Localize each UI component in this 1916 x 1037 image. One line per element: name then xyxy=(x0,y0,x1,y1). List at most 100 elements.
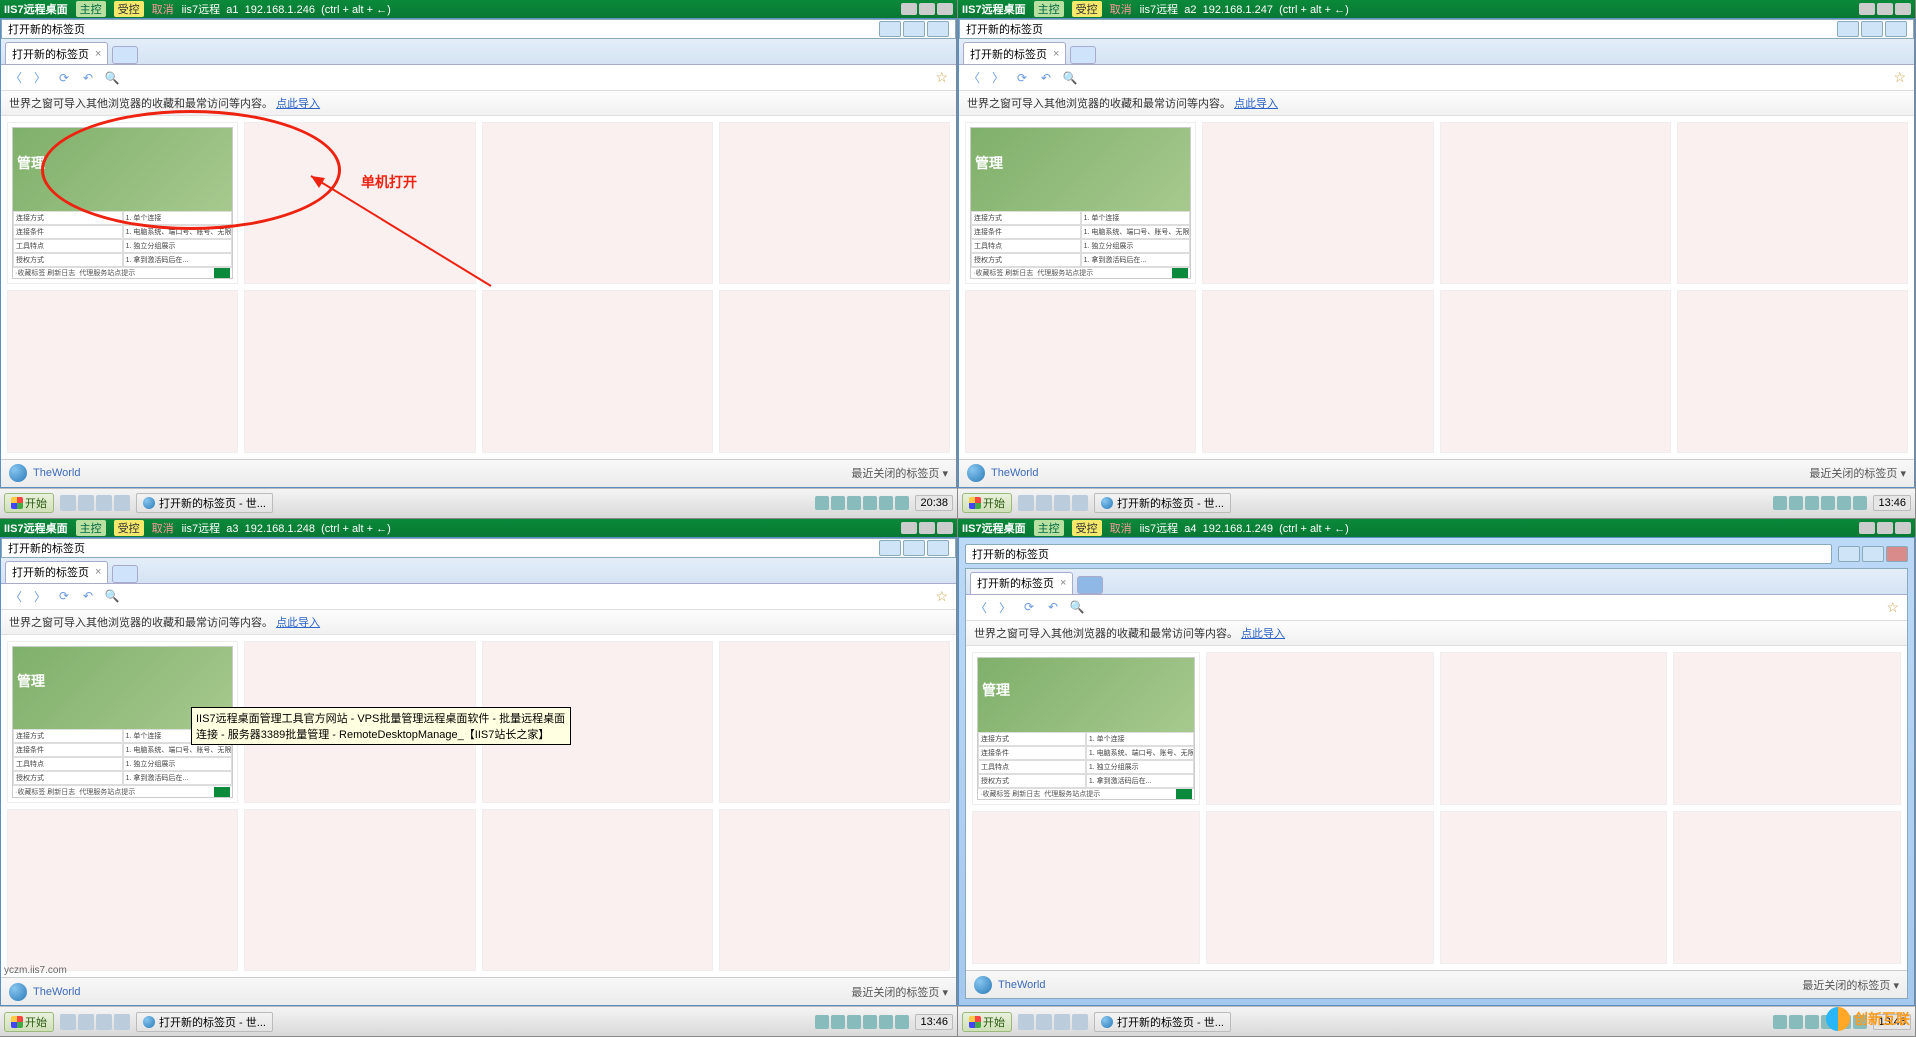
search-icon[interactable]: 🔍 xyxy=(1070,600,1084,614)
cancel-button[interactable]: 取消 xyxy=(1110,1,1132,17)
task-button[interactable]: 打开新的标签页 - 世... xyxy=(136,1012,273,1032)
import-link[interactable]: 点此导入 xyxy=(276,98,320,110)
forward-icon[interactable]: 〉 xyxy=(998,600,1012,614)
dial-tile[interactable] xyxy=(244,122,475,284)
main-control-button[interactable]: 主控 xyxy=(76,520,106,536)
dial-tile-1[interactable]: 连接方式1. 单个连接连接条件1. 电脑系统、端口号、账号、无限连工具特点1. … xyxy=(965,122,1196,284)
main-control-button[interactable]: 主控 xyxy=(1034,1,1064,17)
cancel-button[interactable]: 取消 xyxy=(152,1,174,17)
follow-control-button[interactable]: 受控 xyxy=(114,520,144,536)
task-button[interactable]: 打开新的标签页 - 世... xyxy=(136,493,273,513)
dial-tile-1[interactable]: 连接方式1. 单个连接 连接条件1. 电脑系统、端口号、账号、无限连 工具特点1… xyxy=(7,122,238,284)
dial-tile[interactable] xyxy=(482,122,713,284)
reload-icon[interactable]: ⟳ xyxy=(57,71,71,85)
inner-title-bar: 打开新的标签页 xyxy=(1,19,956,39)
search-icon[interactable]: 🔍 xyxy=(1063,71,1077,85)
dial-tile[interactable] xyxy=(719,290,950,452)
start-button[interactable]: 开始 xyxy=(4,493,54,513)
speed-dial-page: 连接方式1. 单个连接连接条件1. 电脑系统、端口号、账号、无限连工具特点1. … xyxy=(966,646,1907,971)
import-link[interactable]: 点此导入 xyxy=(1234,98,1278,110)
new-tab-button[interactable] xyxy=(1077,576,1103,594)
back-icon[interactable]: 〈 xyxy=(967,71,981,85)
main-control-button[interactable]: 主控 xyxy=(1034,520,1064,536)
close-icon[interactable] xyxy=(937,3,953,15)
recent-tabs-link[interactable]: 最近关闭的标签页 xyxy=(851,468,939,480)
hover-tooltip: IIS7远程桌面管理工具官方网站 - VPS批量管理远程桌面软件 - 批量远程桌… xyxy=(191,707,571,745)
undo-icon[interactable]: ↶ xyxy=(81,71,95,85)
session-label: iis7远程 a1 192.168.1.246 (ctrl + alt + ←) xyxy=(182,1,893,17)
undo-icon[interactable]: ↶ xyxy=(81,589,95,603)
outer-window-controls xyxy=(901,3,953,15)
import-info-bar: 世界之窗可导入其他浏览器的收藏和最常访问等内容。 点此导入 xyxy=(1,91,956,116)
start-button[interactable]: 开始 xyxy=(962,1012,1012,1032)
favorite-icon[interactable]: ☆ xyxy=(1886,599,1899,616)
browser-window: 打开新的标签页 打开新的标签页× 〈〉⟳↶🔍☆ 世界之窗可导入其他浏览器的收藏和… xyxy=(958,18,1915,488)
search-icon[interactable]: 🔍 xyxy=(105,589,119,603)
follow-control-button[interactable]: 受控 xyxy=(1072,520,1102,536)
dial-tile[interactable] xyxy=(482,290,713,452)
undo-icon[interactable]: ↶ xyxy=(1046,600,1060,614)
remote-pane-a1: IIS7远程桌面 主控 受控 取消 iis7远程 a1 192.168.1.24… xyxy=(0,0,958,519)
back-icon[interactable]: 〈 xyxy=(9,71,23,85)
follow-control-button[interactable]: 受控 xyxy=(1072,1,1102,17)
search-icon[interactable]: 🔍 xyxy=(105,71,119,85)
globe-icon xyxy=(9,464,27,482)
recent-tabs-link[interactable]: 最近关闭的标签页 xyxy=(1802,980,1890,992)
tray-icon[interactable] xyxy=(895,496,909,510)
tray-icon[interactable] xyxy=(863,496,877,510)
follow-control-button[interactable]: 受控 xyxy=(114,1,144,17)
undo-icon[interactable]: ↶ xyxy=(1039,71,1053,85)
app-title: IIS7远程桌面 xyxy=(4,1,68,17)
new-tab-button[interactable] xyxy=(112,565,138,583)
dial-tile[interactable] xyxy=(244,290,475,452)
min-icon[interactable] xyxy=(901,3,917,15)
max-icon[interactable] xyxy=(919,3,935,15)
tab-new-page[interactable]: 打开新的标签页× xyxy=(5,561,108,583)
speed-dial-page: 连接方式1. 单个连接 连接条件1. 电脑系统、端口号、账号、无限连 工具特点1… xyxy=(1,116,956,459)
reload-icon[interactable]: ⟳ xyxy=(1015,71,1029,85)
tray-icon[interactable] xyxy=(847,496,861,510)
favorite-icon[interactable]: ☆ xyxy=(1893,69,1906,86)
tray-icon[interactable] xyxy=(815,496,829,510)
cancel-button[interactable]: 取消 xyxy=(1110,520,1132,536)
forward-icon[interactable]: 〉 xyxy=(33,71,47,85)
recent-tabs-link[interactable]: 最近关闭的标签页 xyxy=(851,987,939,999)
forward-icon[interactable]: 〉 xyxy=(991,71,1005,85)
reload-icon[interactable]: ⟳ xyxy=(1022,600,1036,614)
browser-window: 打开新的标签页 打开新的标签页× 〈〉⟳↶🔍☆ 世界之窗可导入其他浏览器的收藏和… xyxy=(958,537,1915,1007)
cancel-button[interactable]: 取消 xyxy=(152,520,174,536)
speed-dial-page: 连接方式1. 单个连接连接条件1. 电脑系统、端口号、账号、无限连工具特点1. … xyxy=(1,635,956,978)
tray-icon[interactable] xyxy=(831,496,845,510)
recent-tabs-link[interactable]: 最近关闭的标签页 xyxy=(1809,468,1897,480)
import-link[interactable]: 点此导入 xyxy=(276,617,320,629)
tab-new-page[interactable]: 打开新的标签页× xyxy=(970,572,1073,594)
inner-min-icon[interactable] xyxy=(879,21,901,37)
clock[interactable]: 13:46 xyxy=(915,1014,953,1030)
back-icon[interactable]: 〈 xyxy=(9,589,23,603)
dial-tile[interactable] xyxy=(7,290,238,452)
favorite-icon[interactable]: ☆ xyxy=(935,69,948,86)
inner-max-icon[interactable] xyxy=(903,21,925,37)
import-link[interactable]: 点此导入 xyxy=(1241,628,1285,640)
tab-close-icon[interactable]: × xyxy=(95,48,101,60)
dial-tile-1[interactable]: 连接方式1. 单个连接连接条件1. 电脑系统、端口号、账号、无限连工具特点1. … xyxy=(972,652,1200,805)
inner-close-icon[interactable] xyxy=(927,21,949,37)
back-icon[interactable]: 〈 xyxy=(974,600,988,614)
reload-icon[interactable]: ⟳ xyxy=(57,589,71,603)
favorite-icon[interactable]: ☆ xyxy=(935,588,948,605)
task-button[interactable]: 打开新的标签页 - 世... xyxy=(1094,493,1231,513)
tray-icon[interactable] xyxy=(879,496,893,510)
start-button[interactable]: 开始 xyxy=(4,1012,54,1032)
clock[interactable]: 20:38 xyxy=(915,495,953,511)
tab-new-page[interactable]: 打开新的标签页× xyxy=(963,42,1066,64)
tab-new-page[interactable]: 打开新的标签页× xyxy=(5,42,108,64)
task-button[interactable]: 打开新的标签页 - 世... xyxy=(1094,1012,1231,1032)
forward-icon[interactable]: 〉 xyxy=(33,589,47,603)
main-control-button[interactable]: 主控 xyxy=(76,1,106,17)
remote-pane-a2: IIS7远程桌面 主控 受控 取消 iis7远程 a2 192.168.1.24… xyxy=(958,0,1916,519)
dial-tile[interactable] xyxy=(719,122,950,284)
new-tab-button[interactable] xyxy=(112,46,138,64)
start-button[interactable]: 开始 xyxy=(962,493,1012,513)
new-tab-button[interactable] xyxy=(1070,46,1096,64)
clock[interactable]: 13:46 xyxy=(1873,495,1911,511)
